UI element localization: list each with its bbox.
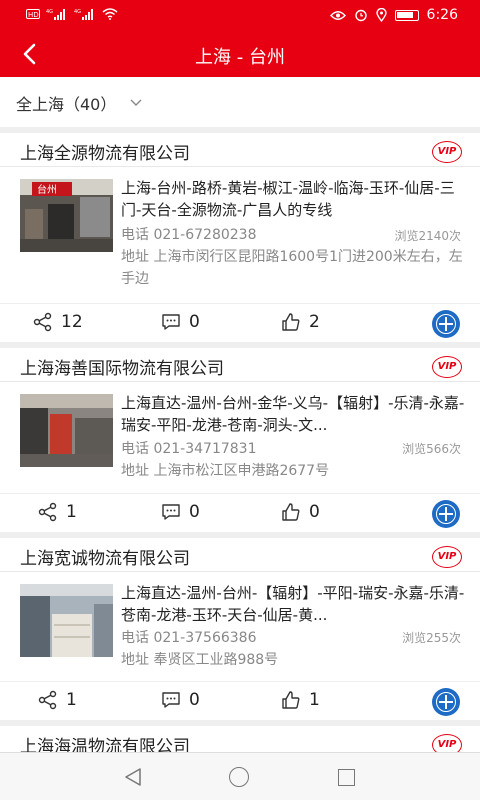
vip-badge: VIP [432,546,462,568]
like-button[interactable]: 0 [281,502,320,522]
comment-count: 0 [189,312,200,332]
comment-button[interactable]: 0 [161,502,200,522]
list-item[interactable]: 上海全源物流有限公司 VIP 台州 上海-台州-路桥-黄岩-椒江-温岭-临海-玉… [0,133,480,342]
add-button[interactable] [432,500,460,528]
add-button[interactable] [432,688,460,716]
plus-circle-icon [436,692,456,712]
route-description: 上海直达-温州-台州-【辐射】-平阳-瑞安-永嘉-乐清-苍南-龙港-玉环-天台-… [121,584,465,624]
address: 地址 奉贤区工业路988号 [121,652,279,668]
comment-button[interactable]: 0 [161,690,200,710]
plus-circle-icon [436,314,456,334]
comment-icon [162,504,180,520]
svg-text:HD: HD [28,11,39,19]
nav-home-icon[interactable] [229,767,249,787]
phone-number[interactable]: 电话 021-34717831 [121,438,256,458]
vip-badge: VIP [432,356,462,378]
comment-count: 0 [189,502,200,522]
status-bar: HD 4G 4G 6:26 [0,0,480,32]
nav-recents-icon[interactable] [338,769,355,786]
share-icon [38,502,57,522]
signal-4g-icon: 4G [74,9,93,20]
like-count: 1 [309,690,320,710]
share-icon [38,690,57,710]
eye-icon [329,10,346,20]
vip-badge: VIP [432,141,462,163]
add-button[interactable] [432,310,460,338]
plus-circle-icon [436,504,456,524]
system-nav-bar [0,752,480,800]
like-button[interactable]: 1 [281,690,320,710]
hd-icon: HD [26,9,40,19]
company-photo[interactable] [20,584,113,657]
address: 地址 上海市闵行区昆阳路1600号1门进200米左右，左手边 [121,249,463,287]
thumbs-up-icon [282,691,300,709]
share-count: 1 [66,502,77,522]
share-button[interactable]: 1 [38,502,77,522]
share-button[interactable]: 12 [33,312,83,332]
share-icon [33,312,52,332]
share-count: 12 [61,312,83,332]
comment-button[interactable]: 0 [161,312,200,332]
clock: 6:26 [426,7,458,23]
share-button[interactable]: 1 [38,690,77,710]
list-item[interactable]: 上海海善国际物流有限公司 VIP 上海直达-温州-台州-金华-义乌-【辐射】-乐… [0,348,480,532]
alarm-icon [354,9,367,22]
route-description: 上海-台州-路桥-黄岩-椒江-温岭-临海-玉环-仙居-三门-天台-全源物流-广昌… [121,179,455,219]
region-filter-dropdown[interactable]: 全上海（40） [16,91,142,115]
phone-number[interactable]: 电话 021-67280238 [121,224,256,244]
view-count: 浏览2140次 [394,229,461,243]
logistics-list: 上海全源物流有限公司 VIP 台州 上海-台州-路桥-黄岩-椒江-温岭-临海-玉… [0,127,480,760]
nav-back-icon[interactable] [124,767,142,787]
svg-text:4G: 4G [74,9,81,15]
thumb-sign-text: 台州 [37,183,57,196]
view-count: 浏览566次 [402,442,461,456]
company-name[interactable]: 上海全源物流有限公司 [20,139,190,164]
view-count: 浏览255次 [402,631,461,645]
thumbs-up-icon [282,503,300,521]
location-icon [375,8,387,22]
list-item[interactable]: 上海宽诚物流有限公司 VIP 上海直达-温州-台州-【辐射】-平阳-瑞安-永嘉-… [0,538,480,720]
region-filter-label: 全上海（40） [16,95,117,114]
app-header: 上海 - 台州 [0,32,480,77]
company-photo[interactable] [20,394,113,467]
thumbs-up-icon [282,313,300,331]
filter-bar: 全上海（40） [0,77,480,127]
share-count: 1 [66,690,77,710]
like-count: 2 [309,312,320,332]
like-count: 0 [309,502,320,522]
battery-icon [394,9,419,21]
page-title: 上海 - 台州 [195,47,285,68]
comment-icon [162,692,180,708]
phone-number[interactable]: 电话 021-37566386 [121,627,256,647]
comment-count: 0 [189,690,200,710]
comment-icon [162,314,180,330]
signal-4g-icon: 4G [46,9,65,20]
company-photo[interactable]: 台州 [20,179,113,252]
address: 地址 上海市松江区申港路2677号 [121,463,330,479]
svg-text:4G: 4G [46,9,53,15]
chevron-down-icon [130,99,142,106]
like-button[interactable]: 2 [281,312,320,332]
wifi-icon [102,8,118,20]
company-name[interactable]: 上海海善国际物流有限公司 [20,354,224,379]
company-name[interactable]: 上海宽诚物流有限公司 [20,544,190,569]
route-description: 上海直达-温州-台州-金华-义乌-【辐射】-乐清-永嘉-瑞安-平阳-龙港-苍南-… [121,394,465,434]
